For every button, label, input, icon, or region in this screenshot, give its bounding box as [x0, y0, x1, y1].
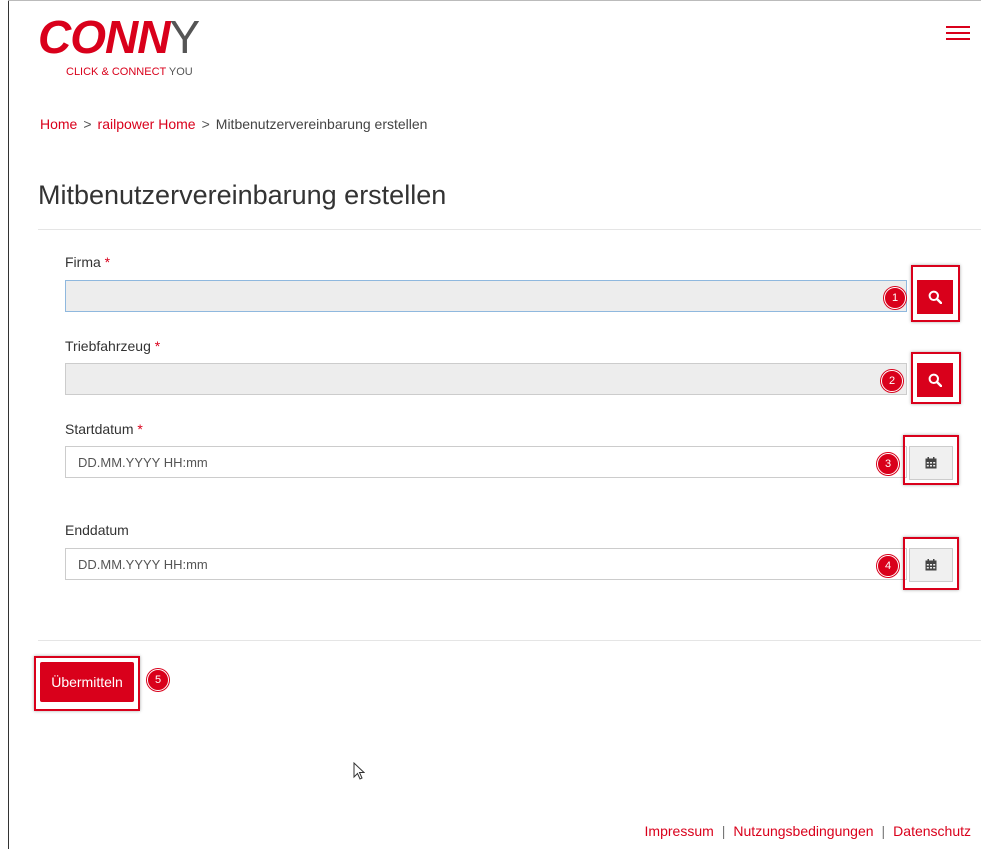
divider — [38, 229, 981, 230]
triebfahrzeug-label: Triebfahrzeug * — [65, 338, 161, 354]
triebfahrzeug-input[interactable] — [65, 363, 907, 395]
breadcrumb-railpower-home[interactable]: railpower Home — [98, 116, 196, 132]
footer-separator: | — [881, 823, 886, 839]
footer-separator: | — [721, 823, 726, 839]
window-left-border — [8, 0, 9, 849]
startdatum-input[interactable] — [65, 446, 907, 478]
page-title: Mitbenutzervereinbarung erstellen — [38, 180, 447, 210]
annotation-badge-2: 2 — [881, 370, 903, 392]
firma-label: Firma * — [65, 254, 111, 270]
highlight-box-enddatum-calendar — [903, 537, 959, 590]
enddatum-input[interactable] — [65, 548, 907, 580]
startdatum-label: Startdatum * — [65, 421, 143, 437]
footer-datenschutz-link[interactable]: Datenschutz — [893, 823, 971, 839]
footer-links: Impressum | Nutzungsbedingungen | Datenschut… — [645, 823, 971, 839]
annotation-badge-3: 3 — [877, 453, 899, 475]
annotation-badge-1: 1 — [884, 287, 906, 309]
breadcrumb-separator: > — [83, 116, 92, 132]
breadcrumb-separator: > — [201, 116, 210, 132]
menu-icon[interactable] — [946, 26, 970, 42]
logo-tagline: CLICK & CONNECT YOU — [66, 66, 193, 78]
breadcrumb-current: Mitbenutzervereinbarung erstellen — [215, 116, 428, 132]
highlight-box-firma-search — [911, 265, 960, 322]
menu-icon-bar — [946, 26, 970, 28]
mouse-cursor-icon — [353, 762, 365, 780]
logo-wordmark: CONNY — [38, 11, 200, 63]
window-top-border — [8, 0, 981, 1]
highlight-box-startdatum-calendar — [903, 435, 959, 485]
footer-nutzungsbedingungen-link[interactable]: Nutzungsbedingungen — [733, 823, 873, 839]
footer-impressum-link[interactable]: Impressum — [645, 823, 714, 839]
annotation-badge-5: 5 — [147, 669, 169, 691]
highlight-box-triebfahrzeug-search — [911, 352, 961, 404]
highlight-box-submit — [34, 656, 140, 711]
breadcrumb-home[interactable]: Home — [40, 116, 77, 132]
divider — [38, 640, 981, 641]
menu-icon-bar — [946, 32, 970, 34]
conny-logo[interactable]: CONNY CLICK & CONNECT YOU — [38, 11, 200, 78]
menu-icon-bar — [946, 38, 970, 40]
enddatum-label: Enddatum — [65, 522, 129, 538]
annotation-badge-4: 4 — [877, 555, 899, 577]
breadcrumb: Home > railpower Home > Mitbenutzervereinbar… — [40, 116, 427, 132]
firma-input[interactable] — [65, 280, 907, 312]
